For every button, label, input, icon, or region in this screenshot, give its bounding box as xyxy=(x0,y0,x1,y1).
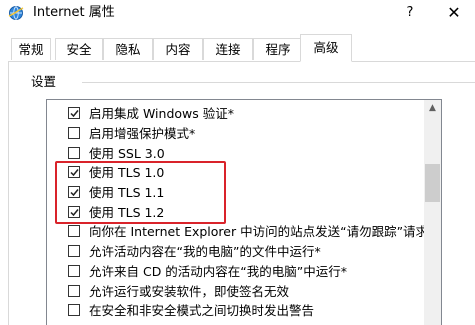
tab-content[interactable]: 内容 xyxy=(153,38,203,60)
checkbox-unchecked[interactable] xyxy=(68,127,80,139)
checkbox-unchecked[interactable] xyxy=(68,304,80,316)
setting-label: 向你在 Internet Explorer 中访问的站点发送“请勿跟踪”请求* xyxy=(89,224,435,239)
settings-scrollbar[interactable]: ▲ xyxy=(424,100,441,325)
scroll-up-arrow-icon[interactable]: ▲ xyxy=(424,100,441,117)
checkbox-unchecked[interactable] xyxy=(68,265,80,277)
tab-general[interactable]: 常规 xyxy=(11,38,51,60)
setting-label: 允许来自 CD 的活动内容在“我的电脑”中运行* xyxy=(89,264,348,279)
checkbox-checked[interactable] xyxy=(68,107,80,119)
setting-label: 启用增强保护模式* xyxy=(89,126,196,141)
group-divider xyxy=(82,82,475,83)
help-button[interactable]: ? xyxy=(398,3,422,23)
checkbox-unchecked[interactable] xyxy=(68,225,80,237)
window-title: Internet 属性 xyxy=(33,5,115,20)
settings-group-label: 设置 xyxy=(31,74,57,89)
close-button[interactable]: ✕ xyxy=(440,3,468,23)
tls-highlight-box xyxy=(55,161,226,224)
checkbox-unchecked[interactable] xyxy=(68,147,80,159)
checkbox-unchecked[interactable] xyxy=(68,285,80,297)
tab-programs[interactable]: 程序 xyxy=(253,38,303,60)
setting-label: 启用集成 Windows 验证* xyxy=(89,106,234,121)
checkbox-unchecked[interactable] xyxy=(68,245,80,257)
setting-label: 允许运行或安装软件，即使签名无效 xyxy=(89,284,290,299)
tab-security[interactable]: 安全 xyxy=(55,38,103,60)
setting-label: 允许活动内容在“我的电脑”的文件中运行* xyxy=(89,244,321,259)
setting-label: 在安全和非安全模式之间切换时发出警告 xyxy=(89,303,315,318)
tab-advanced[interactable]: 高级 xyxy=(300,34,352,62)
title-bar: Internet 属性 ? ✕ xyxy=(0,0,475,28)
scroll-thumb[interactable] xyxy=(425,164,440,202)
internet-options-globe-icon xyxy=(8,5,24,21)
tab-connections[interactable]: 连接 xyxy=(203,38,253,60)
tab-privacy[interactable]: 隐私 xyxy=(103,38,153,60)
